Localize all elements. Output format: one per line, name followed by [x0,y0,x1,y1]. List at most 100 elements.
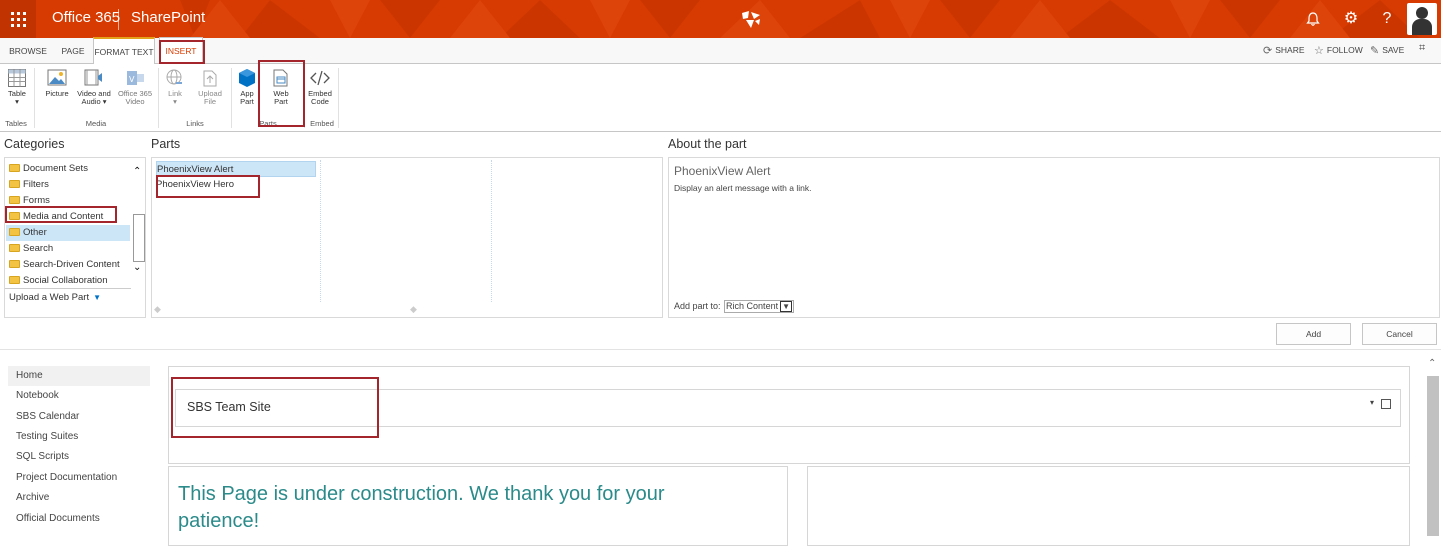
tab-insert[interactable]: INSERT [159,37,203,64]
suite-bar: Office 365 SharePoint ⚙ ? [0,0,1441,38]
scroll-right-icon[interactable]: ◆ [410,304,417,315]
part-item[interactable]: PhoenixView Hero [156,177,234,193]
save-action[interactable]: ✎ SAVE [1370,44,1404,57]
scroll-left-icon[interactable]: ◆ [154,304,161,315]
user-avatar[interactable] [1407,3,1437,35]
add-part-to-value: Rich Content [726,301,779,311]
nav-item-project-documentation[interactable]: Project Documentation [8,468,150,488]
category-item[interactable]: Media and Content [9,209,103,225]
category-item[interactable]: Search-Driven Content [9,257,120,273]
share-label: SHARE [1275,45,1305,55]
category-label: Media and Content [23,211,104,222]
webpart-menu-icon[interactable]: ▾ [1370,398,1374,407]
group-embed-label: Embed [310,119,334,128]
office365-video-label-2: Video [125,97,145,106]
link-icon [166,69,182,85]
upload-web-part-label: Upload a Web Part [9,292,90,303]
parts-column-divider [320,160,321,302]
web-part-button[interactable]: Web Part [264,68,298,106]
group-tables-label: Tables [5,119,27,128]
embed-code-label-2: Code [311,97,329,106]
picture-icon [47,69,67,86]
nav-item-testing-suites[interactable]: Testing Suites [8,427,150,447]
folder-icon [9,244,20,252]
category-item-selected[interactable]: Other [6,225,130,241]
picture-label: Picture [45,89,69,98]
group-links-label: Links [186,119,204,128]
caret-down-icon: ▼ [93,293,102,302]
nav-item-official-documents[interactable]: Official Documents [8,509,150,529]
folder-icon [9,276,20,284]
add-part-to-select[interactable]: Rich Content ▼ [724,300,794,313]
group-divider [304,68,305,128]
category-item[interactable]: Filters [9,177,49,193]
embed-code-button[interactable]: Embed Code [306,68,334,106]
category-item[interactable]: Forms [9,193,50,209]
category-scroll-thumb[interactable] [133,214,145,262]
add-button[interactable]: Add [1276,323,1351,345]
office365-link[interactable]: Office 365 [52,9,120,26]
help-icon[interactable]: ? [1376,8,1398,30]
tab-browse[interactable]: BROWSE [8,38,48,64]
office365-video-button[interactable]: V Office 365 Video [115,68,155,106]
parts-pane: PhoenixView Alert PhoenixView Hero ◆ ◆ [151,157,663,318]
table-button[interactable]: Table ▾ [6,68,28,106]
categories-title: Categories [4,137,65,151]
header-pattern [180,0,1420,38]
category-item[interactable]: Document Sets [9,161,88,177]
link-button[interactable]: Link ▾ [162,68,188,106]
cancel-button[interactable]: Cancel [1362,323,1437,345]
upload-web-part-link[interactable]: Upload a Web Part ▼ [9,290,101,306]
nav-item-notebook[interactable]: Notebook [8,386,150,406]
scroll-down-icon[interactable]: ⌄ [133,262,141,273]
category-label: Social Collaboration [23,275,108,286]
category-label: Forms [23,195,50,206]
add-part-to: Add part to: Rich Content ▼ [674,300,794,313]
part-item-selected[interactable]: PhoenixView Alert [156,161,316,177]
scroll-up-icon[interactable]: ⌃ [1428,358,1436,369]
scroll-up-icon[interactable]: ⌃ [133,166,141,177]
parts-title: Parts [151,137,181,151]
tab-page[interactable]: PAGE [58,38,88,64]
upload-file-button[interactable]: Upload File [195,68,225,106]
nav-item-sql-scripts[interactable]: SQL Scripts [8,447,150,467]
follow-action[interactable]: ☆ FOLLOW [1314,44,1363,57]
app-part-button[interactable]: App Part [235,68,259,106]
add-part-to-label: Add part to: [674,301,721,311]
follow-label: FOLLOW [1326,45,1363,55]
upload-file-icon [203,70,217,87]
group-divider [338,68,339,128]
folder-icon [9,212,20,220]
category-label: Document Sets [23,163,88,174]
group-divider [231,68,232,128]
site-title-webpart[interactable]: SBS Team Site ▾ [175,389,1401,427]
page-scrollbar[interactable]: ⌃ [1425,356,1441,536]
app-launcher-waffle-icon[interactable] [0,0,36,38]
folder-icon [9,228,20,236]
webpart-select-checkbox[interactable] [1381,399,1391,409]
right-content-zone[interactable] [807,466,1410,546]
sharepoint-link[interactable]: SharePoint [131,9,205,26]
focus-content-icon[interactable]: ⌗ [1419,42,1425,55]
picture-button[interactable]: Picture [42,68,72,98]
app-part-icon [239,69,255,87]
share-action[interactable]: ⟳ SHARE [1263,44,1305,57]
nav-item-home[interactable]: Home [8,366,150,386]
bell-icon[interactable] [1302,8,1324,30]
suite-divider [118,9,119,30]
page-scroll-thumb[interactable] [1427,376,1439,536]
nav-item-archive[interactable]: Archive [8,488,150,508]
svg-text:V: V [129,75,135,84]
link-dropdown-label: ▾ [173,97,177,106]
category-item[interactable]: Social Collaboration [9,273,108,289]
nav-item-sbs-calendar[interactable]: SBS Calendar [8,407,150,427]
video-audio-button[interactable]: Video and Audio ▾ [74,68,114,106]
header-zone: SBS Team Site ▾ [168,366,1410,464]
tab-format-text[interactable]: FORMAT TEXT [93,37,155,64]
star-icon: ☆ [1314,45,1324,57]
video-audio-label-2: Audio ▾ [81,97,107,106]
gear-icon[interactable]: ⚙ [1340,8,1362,30]
main-content-zone[interactable]: This Page is under construction. We than… [168,466,788,546]
category-label: Search [23,243,54,254]
category-item[interactable]: Search [9,241,53,257]
